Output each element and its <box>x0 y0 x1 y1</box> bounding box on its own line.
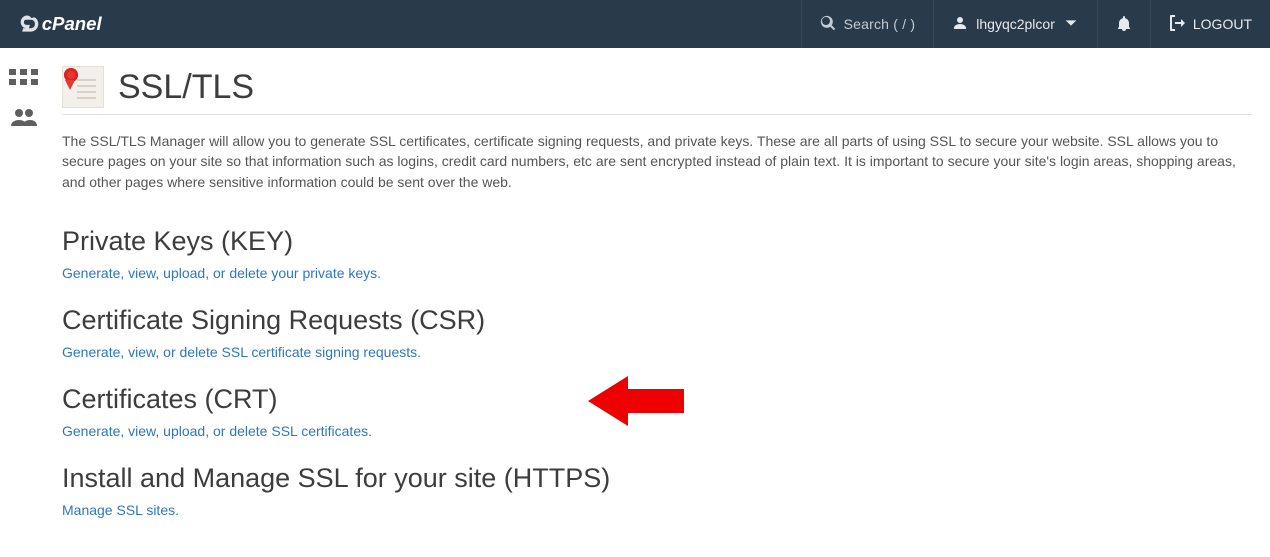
logout-icon <box>1169 15 1185 34</box>
cpanel-logo[interactable]: cPanel <box>0 13 138 35</box>
section-csr: Certificate Signing Requests (CSR) Gener… <box>62 305 1252 362</box>
page-title: SSL/TLS <box>118 68 254 107</box>
link-manage-ssl[interactable]: Manage SSL sites. <box>62 502 179 518</box>
users-icon[interactable] <box>9 106 39 128</box>
link-crt[interactable]: Generate, view, upload, or delete SSL ce… <box>62 423 372 439</box>
link-private-keys[interactable]: Generate, view, upload, or delete your p… <box>62 265 381 281</box>
main-content: SSL/TLS The SSL/TLS Manager will allow y… <box>48 48 1270 546</box>
left-sidebar <box>0 48 48 546</box>
section-heading: Private Keys (KEY) <box>62 226 1252 257</box>
section-heading: Install and Manage SSL for your site (HT… <box>62 463 1252 494</box>
annotation-arrow-left-icon <box>588 374 684 428</box>
bell-icon <box>1116 15 1132 34</box>
chevron-down-icon <box>1063 15 1079 34</box>
ssl-certificate-icon <box>62 66 104 108</box>
page-header: SSL/TLS <box>62 66 1252 115</box>
page-description: The SSL/TLS Manager will allow you to ge… <box>62 131 1250 192</box>
user-icon <box>952 15 968 34</box>
user-menu[interactable]: lhgyqc2plcor <box>933 0 1097 48</box>
username: lhgyqc2plcor <box>976 16 1055 32</box>
link-csr[interactable]: Generate, view, or delete SSL certificat… <box>62 344 421 360</box>
logout-button[interactable]: LOGOUT <box>1150 0 1270 48</box>
section-private-keys: Private Keys (KEY) Generate, view, uploa… <box>62 226 1252 283</box>
section-install-ssl: Install and Manage SSL for your site (HT… <box>62 463 1252 520</box>
search-box[interactable]: Search ( / ) <box>801 0 934 48</box>
logout-label: LOGOUT <box>1193 16 1252 32</box>
apps-grid-icon[interactable] <box>9 66 39 88</box>
svg-text:cPanel: cPanel <box>42 13 103 34</box>
search-icon <box>820 15 836 34</box>
section-heading: Certificate Signing Requests (CSR) <box>62 305 1252 336</box>
notifications-button[interactable] <box>1097 0 1150 48</box>
top-navbar: cPanel Search ( / ) lhgyqc2plcor LOGOUT <box>0 0 1270 48</box>
search-placeholder: Search ( / ) <box>844 16 916 32</box>
